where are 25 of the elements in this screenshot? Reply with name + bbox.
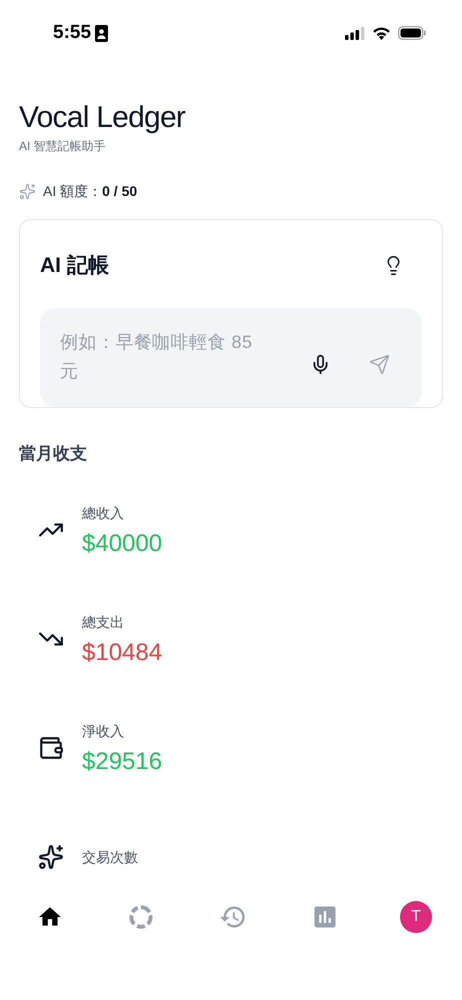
quota-text: AI 額度：0 / 50	[43, 182, 138, 201]
app-title: Vocal Ledger	[19, 100, 186, 136]
contact-card-icon	[95, 24, 108, 42]
avatar-button[interactable]: T	[400, 900, 432, 932]
stat-label: 總支出	[82, 612, 125, 632]
loader-icon	[128, 904, 154, 930]
send-icon	[369, 354, 390, 374]
ai-input[interactable]: 例如：早餐咖啡輕食 85 元	[60, 328, 260, 386]
wifi-icon	[372, 26, 391, 40]
signal-icon	[345, 26, 365, 40]
ai-input-box[interactable]: 例如：早餐咖啡輕食 85 元	[40, 308, 422, 406]
stat-value: $10484	[82, 638, 162, 666]
app-subtitle: AI 智慧記帳助手	[19, 138, 107, 155]
wallet-icon	[38, 735, 64, 761]
section-title: 當月收支	[19, 442, 88, 464]
stat-value: $29516	[82, 748, 162, 776]
stat-label: 淨收入	[82, 722, 125, 740]
stat-label: 交易次數	[82, 848, 138, 866]
stat-value: $40000	[82, 530, 162, 558]
status-time: 5:55	[53, 20, 92, 45]
sparkles-icon	[38, 844, 64, 870]
card-title: AI 記帳	[40, 253, 109, 279]
battery-icon	[398, 26, 426, 40]
sparkles-icon	[19, 183, 36, 200]
stat-label: 總收入	[82, 504, 125, 522]
